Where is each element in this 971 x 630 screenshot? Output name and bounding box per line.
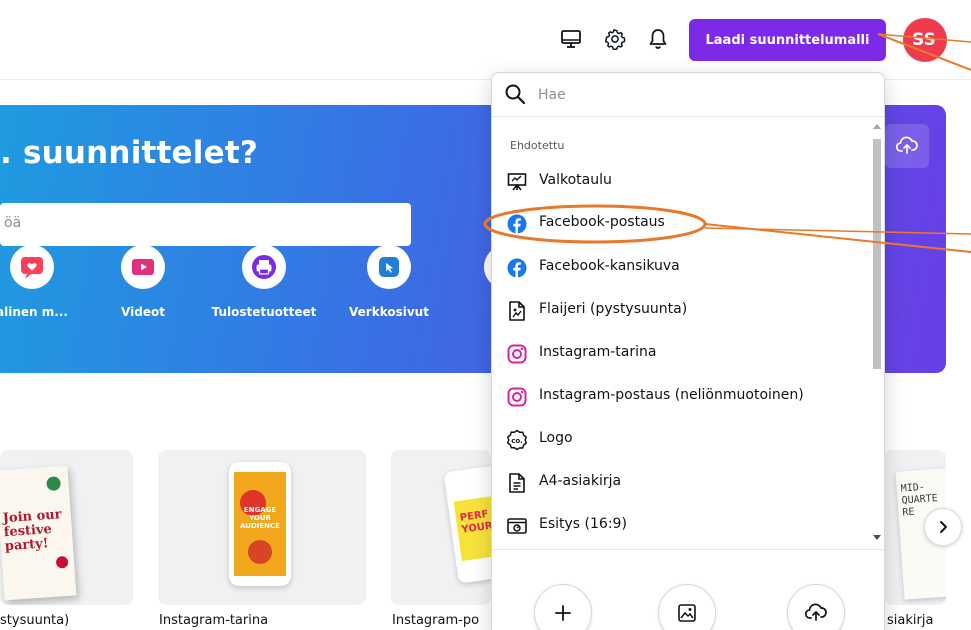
edit-photo-button[interactable] [658, 584, 716, 630]
template-thumbnail: PERF YOUR [443, 464, 491, 584]
menu-item-presentation[interactable]: Esitys (16:9) [492, 506, 864, 546]
category-label: Videot [121, 305, 165, 319]
category-label: Verkkosivut [349, 305, 429, 319]
category-print[interactable]: Tulostetuotteet [209, 245, 319, 319]
instagram-icon [506, 386, 528, 408]
avatar[interactable]: SS [903, 18, 947, 62]
dropdown-search-input[interactable] [538, 83, 858, 107]
facebook-icon [506, 213, 528, 235]
template-label: Instagram-tarina [159, 613, 269, 628]
desktop-app-icon[interactable] [558, 26, 584, 52]
menu-item-flyer[interactable]: Flaijeri (pystysuunta) [492, 291, 864, 331]
search-icon [504, 83, 526, 109]
menu-item-facebook-post[interactable]: Facebook-postaus [492, 204, 864, 244]
document-icon [506, 472, 528, 494]
chevron-right-icon [940, 521, 947, 533]
custom-size-button[interactable] [534, 584, 592, 630]
create-design-dropdown: Ehdotettu Valkotaulu Facebook-postaus Fa… [491, 72, 885, 630]
upload-cloud-icon [805, 603, 827, 621]
phone-mockup: ENGAGE YOUR AUDIENCE [229, 462, 291, 586]
printer-icon [242, 245, 286, 289]
template-label: stysuunta) [0, 613, 70, 628]
category-videos[interactable]: Videot [88, 245, 198, 319]
category-label: alinen m... [0, 305, 68, 319]
thumbnail-text: PERF YOUR [459, 508, 491, 536]
instagram-icon [506, 343, 528, 365]
logo-icon: co. [506, 429, 528, 451]
cursor-window-icon [367, 245, 411, 289]
dropdown-search [492, 73, 884, 117]
menu-item-facebook-cover[interactable]: Facebook-kansikuva [492, 248, 864, 288]
image-edit-icon [678, 604, 696, 622]
template-card-instagram-post[interactable]: PERF YOUR [391, 450, 491, 605]
menu-item-label: Facebook-kansikuva [539, 258, 680, 274]
scroll-down-arrow-icon[interactable] [873, 535, 881, 541]
dropdown-footer [492, 549, 884, 630]
menu-item-whiteboard[interactable]: Valkotaulu [492, 162, 864, 202]
menu-item-label: Flaijeri (pystysuunta) [539, 301, 688, 317]
hero-search-input[interactable]: öä [0, 203, 411, 246]
heart-chat-icon [10, 245, 54, 289]
template-label: siakirja [887, 613, 934, 628]
thumbnail-text: Join our festive party! [2, 507, 63, 555]
create-design-button[interactable]: Laadi suunnittelumalli [689, 19, 886, 61]
section-title: Ehdotettu [510, 139, 565, 152]
notifications-bell-icon[interactable] [645, 26, 671, 52]
video-camera-icon [121, 245, 165, 289]
menu-item-logo[interactable]: co. Logo [492, 420, 864, 460]
menu-item-label: Facebook-postaus [539, 214, 665, 230]
upload-cloud-icon[interactable] [885, 124, 929, 168]
svg-text:co.: co. [511, 437, 523, 445]
category-label: Tulostetuotteet [211, 305, 317, 319]
menu-item-label: Valkotaulu [539, 172, 612, 188]
scrollbar-thumb[interactable] [873, 139, 881, 369]
top-bar: Laadi suunnittelumalli SS [0, 0, 971, 80]
settings-gear-icon[interactable] [602, 26, 628, 52]
whiteboard-icon [506, 171, 528, 193]
presentation-icon [506, 515, 528, 537]
plus-icon [555, 605, 571, 621]
facebook-icon [506, 257, 528, 279]
template-thumbnail: ENGAGE YOUR AUDIENCE [234, 472, 286, 576]
menu-item-label: Instagram-tarina [539, 344, 657, 360]
menu-item-instagram-story[interactable]: Instagram-tarina [492, 334, 864, 374]
category-social-media[interactable]: alinen m... [0, 245, 87, 319]
template-label: Instagram-po [392, 613, 480, 628]
template-thumbnail: Join our festive party! [0, 465, 77, 601]
category-websites[interactable]: Verkkosivut [334, 245, 444, 319]
menu-item-a4-document[interactable]: A4-asiakirja [492, 463, 864, 503]
menu-item-instagram-post[interactable]: Instagram-postaus (neliönmuotoinen) [492, 377, 864, 417]
scroll-up-arrow-icon[interactable] [873, 123, 881, 129]
import-file-button[interactable] [787, 584, 845, 630]
carousel-next-button[interactable] [924, 508, 962, 546]
dropdown-scrollbar[interactable] [870, 117, 884, 549]
menu-item-label: Esitys (16:9) [539, 516, 627, 532]
template-card-instagram-story[interactable]: ENGAGE YOUR AUDIENCE [158, 450, 366, 605]
hero-title: . suunnittelet? [0, 135, 259, 171]
menu-item-label: Logo [539, 430, 573, 446]
canva-home: Laadi suunnittelumalli SS . suunnittelet… [0, 0, 971, 630]
menu-item-label: A4-asiakirja [539, 473, 622, 489]
flyer-icon [506, 300, 528, 322]
menu-item-label: Instagram-postaus (neliönmuotoinen) [539, 387, 804, 403]
template-card-flyer[interactable]: Join our festive party! [0, 450, 133, 605]
thumbnail-text: ENGAGE YOUR AUDIENCE [240, 506, 280, 530]
